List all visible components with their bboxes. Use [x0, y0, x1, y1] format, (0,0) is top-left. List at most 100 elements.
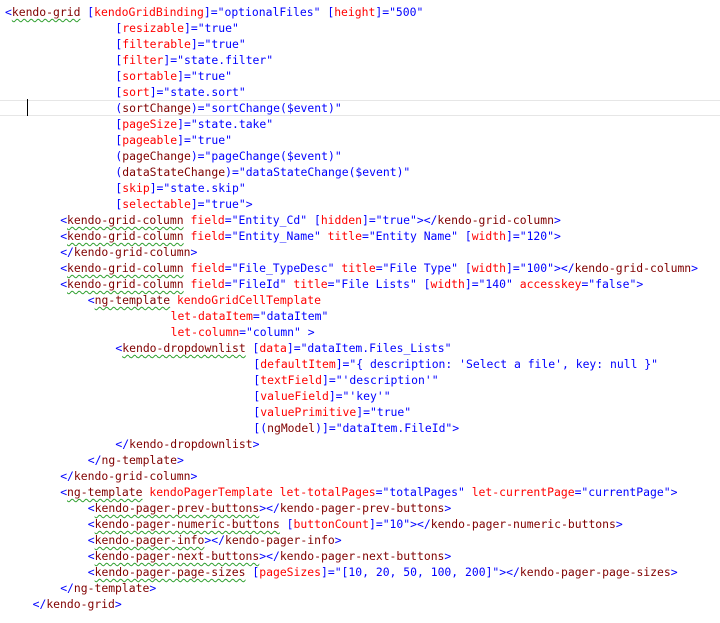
code-tag-name: kendo-pager-page-sizes — [519, 565, 671, 579]
code-tag-name: kendo-pager-prev-buttons — [94, 501, 260, 515]
code-line[interactable]: let-column="column" > — [0, 324, 720, 340]
code-line[interactable]: (pageChange)="pageChange($event)" — [0, 148, 720, 164]
code-attribute: kendoPagerTemplate — [149, 485, 273, 499]
code-line[interactable]: <ng-template kendoPagerTemplate let-tota… — [0, 484, 720, 500]
code-punctuation: ="Entity Name" [ — [361, 229, 472, 243]
code-line[interactable]: </kendo-grid> — [0, 596, 720, 612]
code-tag-name: kendo-grid — [46, 597, 115, 611]
code-tag-name: kendo-dropdownlist — [129, 437, 253, 451]
code-line[interactable]: [filter]="state.filter" — [0, 52, 720, 68]
code-line[interactable]: [textField]="'description'" — [0, 372, 720, 388]
code-line[interactable]: let-dataItem="dataItem" — [0, 308, 720, 324]
code-line[interactable]: </ng-template> — [0, 580, 720, 596]
code-punctuation — [273, 485, 280, 499]
code-line[interactable]: <kendo-pager-next-buttons></kendo-pager-… — [0, 548, 720, 564]
code-tag-name: kendo-grid-column — [73, 245, 191, 259]
code-line[interactable]: [valuePrimitive]="true" — [0, 404, 720, 420]
code-line[interactable]: [filterable]="true" — [0, 36, 720, 52]
code-tag-name: ng-template — [94, 293, 171, 307]
code-tag-name: ng-template — [101, 453, 177, 467]
code-line[interactable]: </kendo-grid-column> — [0, 244, 720, 260]
code-line[interactable]: <kendo-dropdownlist [data]="dataItem.Fil… — [0, 340, 720, 356]
code-line[interactable]: [pageable]="true" — [0, 132, 720, 148]
code-line[interactable]: (sortChange)="sortChange($event)" — [0, 100, 720, 116]
code-attribute: accesskey — [519, 277, 582, 291]
code-line-content: (dataStateChange)="dataStateChange($even… — [115, 164, 410, 180]
code-tag-name: kendo-pager-info — [94, 533, 205, 547]
code-punctuation: ="column" > — [239, 325, 315, 339]
code-line[interactable]: </kendo-dropdownlist> — [0, 436, 720, 452]
code-line-content: [sortable]="true" — [115, 68, 232, 84]
code-attribute: width — [471, 229, 506, 243]
code-tag-name: kendo-grid-column — [67, 277, 184, 291]
code-line[interactable]: [sortable]="true" — [0, 68, 720, 84]
code-editor[interactable]: <kendo-grid [kendoGridBinding]="optional… — [0, 0, 720, 623]
code-line[interactable]: <ng-template kendoGridCellTemplate — [0, 292, 720, 308]
code-line-content: <kendo-grid [kendoGridBinding]="optional… — [5, 4, 423, 20]
code-line[interactable]: [valueField]="'key'" — [0, 388, 720, 404]
code-line[interactable]: [sort]="state.sort" — [0, 84, 720, 100]
code-attribute: hidden — [320, 213, 362, 227]
code-line[interactable]: </kendo-grid-column> — [0, 468, 720, 484]
code-line-content: </kendo-grid-column> — [60, 468, 197, 484]
code-line-content: </kendo-dropdownlist> — [115, 436, 259, 452]
code-tag-name: kendo-grid-column — [67, 261, 184, 275]
code-line-content: <kendo-pager-page-sizes [pageSizes]="[10… — [88, 564, 678, 580]
code-attribute: textField — [260, 373, 322, 387]
code-line-content: [(ngModel)]="dataItem.FileId"> — [253, 420, 459, 436]
code-attribute: buttonCount — [293, 517, 369, 531]
code-line-content: <kendo-grid-column field="Entity_Name" t… — [60, 228, 561, 244]
code-line-content: </kendo-grid-column> — [60, 244, 197, 260]
code-line-content: [textField]="'description'" — [253, 372, 438, 388]
code-punctuation: ]="100"></ — [506, 261, 575, 275]
code-line[interactable]: [pageSize]="state.take" — [0, 116, 720, 132]
code-line-content: <ng-template kendoPagerTemplate let-tota… — [60, 484, 677, 500]
code-line[interactable]: <kendo-grid-column field="FileId" title=… — [0, 276, 720, 292]
code-line[interactable]: <kendo-pager-page-sizes [pageSizes]="[10… — [0, 564, 720, 580]
code-punctuation: ]="true"></ — [361, 213, 438, 227]
code-line[interactable]: <kendo-pager-prev-buttons></kendo-pager-… — [0, 500, 720, 516]
code-line-content: [pageSize]="state.take" — [115, 116, 273, 132]
code-line[interactable]: <kendo-pager-numeric-buttons [buttonCoun… — [0, 516, 720, 532]
code-event-binding: sortChange — [122, 101, 191, 115]
code-line[interactable]: </ng-template> — [0, 452, 720, 468]
code-line[interactable]: <kendo-grid-column field="Entity_Cd" [hi… — [0, 212, 720, 228]
code-punctuation: </ — [32, 597, 47, 611]
code-punctuation: > — [252, 437, 260, 451]
code-line[interactable]: (dataStateChange)="dataStateChange($even… — [0, 164, 720, 180]
code-punctuation: ="File Lists" [ — [327, 277, 431, 291]
code-punctuation: [ — [245, 341, 260, 355]
code-line[interactable]: [resizable]="true" — [0, 20, 720, 36]
code-line-content: [valuePrimitive]="true" — [253, 404, 411, 420]
code-line[interactable]: [defaultItem]="{ description: 'Select a … — [0, 356, 720, 372]
code-attribute: pageSizes — [259, 565, 321, 579]
code-tag-name: kendo-grid-column — [574, 261, 692, 275]
code-punctuation: ]="140" — [464, 277, 520, 291]
code-punctuation: ="Entity_Cd" [ — [224, 213, 321, 227]
code-line-content: <kendo-grid-column field="File_TypeDesc"… — [60, 260, 698, 276]
code-punctuation — [184, 261, 191, 275]
code-punctuation: </ — [87, 453, 102, 467]
code-tag-name: kendo-grid-column — [73, 469, 191, 483]
code-tag-name: kendo-pager-info — [224, 533, 335, 547]
code-line[interactable]: [(ngModel)]="dataItem.FileId"> — [0, 420, 720, 436]
code-line[interactable]: [selectable]="true"> — [0, 196, 720, 212]
code-punctuation: < — [87, 533, 95, 547]
code-punctuation: ]="{ description: 'Select a file', key: … — [335, 357, 659, 371]
code-tag-name: kendo-pager-numeric-buttons — [94, 517, 280, 531]
code-punctuation: > — [114, 597, 122, 611]
code-punctuation: < — [87, 565, 95, 579]
code-line-content: [selectable]="true"> — [115, 196, 252, 212]
code-line[interactable]: [skip]="state.skip" — [0, 180, 720, 196]
code-punctuation: > — [444, 501, 452, 515]
code-tag-name: ng-template — [73, 581, 150, 595]
code-line[interactable]: <kendo-grid-column field="File_TypeDesc"… — [0, 260, 720, 276]
code-attribute: let-dataItem — [170, 309, 253, 323]
code-line[interactable]: <kendo-grid-column field="Entity_Name" t… — [0, 228, 720, 244]
code-line[interactable]: <kendo-pager-info></kendo-pager-info> — [0, 532, 720, 548]
code-line[interactable]: <kendo-grid [kendoGridBinding]="optional… — [0, 4, 720, 20]
code-line-content: [sort]="state.sort" — [115, 84, 245, 100]
code-punctuation: ="FileId" — [224, 277, 294, 291]
code-punctuation — [184, 277, 191, 291]
code-punctuation: > — [691, 261, 699, 275]
